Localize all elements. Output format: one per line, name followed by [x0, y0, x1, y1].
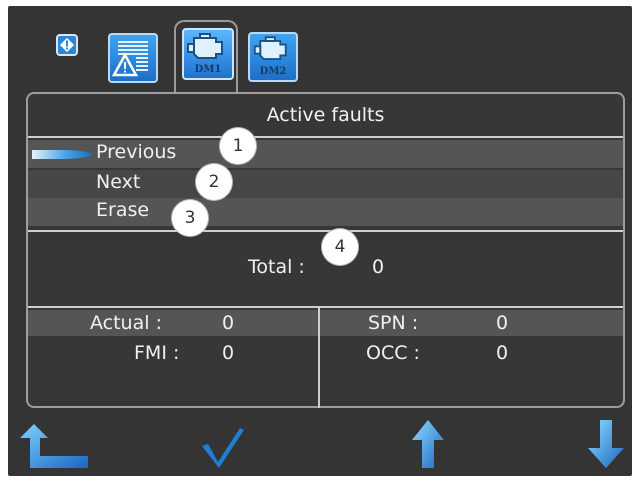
- warning-icon[interactable]: [56, 34, 78, 56]
- engine-icon: [187, 33, 223, 59]
- tab-dm2-label: DM2: [259, 66, 287, 77]
- tab-dm2[interactable]: DM2: [248, 32, 298, 82]
- callout-marker: 4: [322, 229, 358, 265]
- panel-title: Active faults: [266, 104, 385, 126]
- spn-label: SPN :: [368, 312, 419, 334]
- total-value: 0: [372, 256, 385, 278]
- back-arrow-icon: [20, 424, 88, 468]
- vertical-divider: [318, 308, 320, 408]
- callout-marker: 3: [172, 200, 208, 236]
- menu-item-erase[interactable]: Erase: [28, 198, 623, 226]
- checkmark-icon: [202, 428, 244, 468]
- selection-pointer-icon: [32, 150, 92, 159]
- divider: [28, 306, 623, 308]
- menu-item-label: Erase: [96, 199, 150, 221]
- back-button[interactable]: [18, 420, 90, 472]
- menu-item-next[interactable]: Next: [28, 170, 623, 198]
- up-arrow-icon: [412, 420, 444, 468]
- up-button[interactable]: [410, 418, 446, 470]
- ok-button[interactable]: [200, 424, 246, 470]
- dm1-icon-box: DM1: [182, 28, 234, 80]
- tab-dm1[interactable]: DM1: [174, 20, 238, 92]
- callout-marker: 2: [196, 164, 232, 200]
- actual-value: 0: [222, 312, 235, 334]
- actual-label: Actual :: [90, 312, 162, 334]
- fmi-label: FMI :: [134, 342, 180, 364]
- menu-item-label: Next: [96, 171, 141, 193]
- warning-diamond-icon: [59, 37, 75, 53]
- occ-label: OCC :: [366, 342, 420, 364]
- menu-item-label: Previous: [96, 141, 177, 163]
- alarm-list-icon: [111, 41, 148, 77]
- divider: [28, 136, 623, 138]
- total-label: Total :: [248, 256, 305, 278]
- down-button[interactable]: [586, 418, 626, 470]
- down-arrow-icon: [588, 420, 624, 468]
- occ-value: 0: [496, 342, 509, 364]
- callout-marker: 1: [220, 128, 256, 164]
- divider: [28, 230, 623, 232]
- fmi-value: 0: [222, 342, 235, 364]
- engine-icon: [253, 36, 287, 60]
- tab-dm1-label: DM1: [194, 64, 222, 75]
- tab-alarm-list[interactable]: [108, 33, 158, 83]
- menu-item-previous[interactable]: Previous: [28, 140, 623, 168]
- spn-value: 0: [496, 312, 509, 334]
